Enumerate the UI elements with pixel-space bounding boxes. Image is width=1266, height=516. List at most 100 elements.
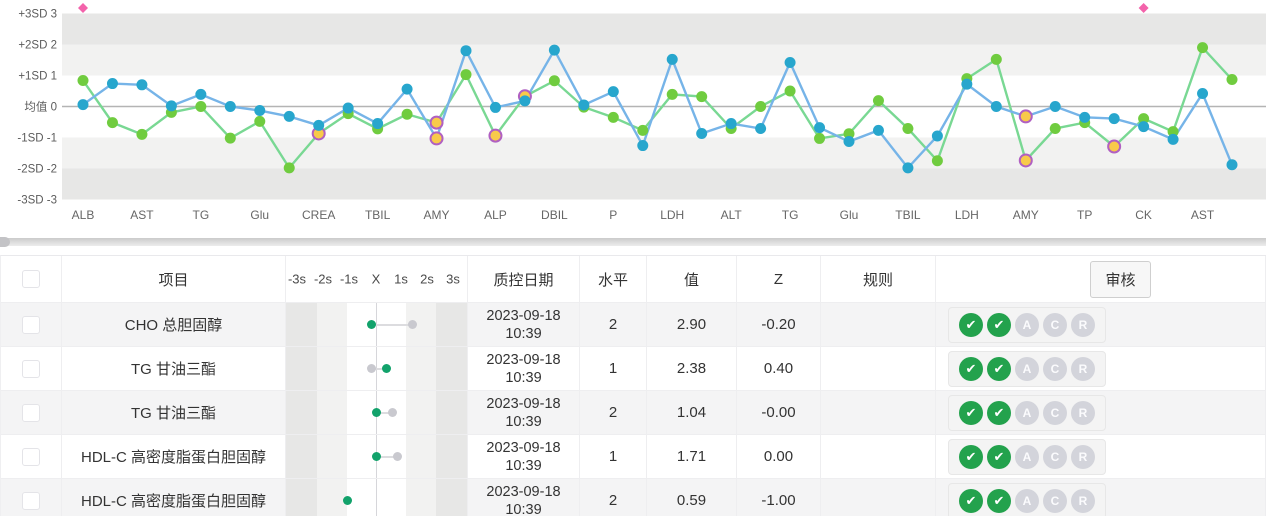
qc-point[interactable] bbox=[490, 102, 501, 113]
qc-point[interactable] bbox=[136, 129, 147, 140]
qc-point[interactable] bbox=[225, 101, 236, 112]
action-a-button[interactable]: A bbox=[1015, 489, 1039, 513]
qc-point[interactable] bbox=[932, 130, 943, 141]
qc-point[interactable] bbox=[1109, 113, 1120, 124]
qc-point[interactable] bbox=[519, 95, 530, 106]
qc-point[interactable] bbox=[402, 84, 413, 95]
action-r-button[interactable]: R bbox=[1071, 401, 1095, 425]
action-c-button[interactable]: C bbox=[1043, 445, 1067, 469]
approve-check-button-1[interactable]: ✔ bbox=[959, 489, 983, 513]
action-a-button[interactable]: A bbox=[1015, 313, 1039, 337]
qc-point[interactable] bbox=[755, 101, 766, 112]
row-checkbox[interactable] bbox=[22, 448, 40, 466]
action-a-button[interactable]: A bbox=[1015, 401, 1039, 425]
row-checkbox[interactable] bbox=[22, 404, 40, 422]
splitter-bar[interactable] bbox=[0, 238, 1266, 246]
qc-point[interactable] bbox=[902, 162, 913, 173]
qc-point[interactable] bbox=[873, 125, 884, 136]
qc-point[interactable] bbox=[961, 79, 972, 90]
qc-point[interactable] bbox=[1079, 112, 1090, 123]
qc-point[interactable] bbox=[902, 123, 913, 134]
action-c-button[interactable]: C bbox=[1043, 401, 1067, 425]
approve-check-button-1[interactable]: ✔ bbox=[959, 445, 983, 469]
qc-point[interactable] bbox=[343, 103, 354, 114]
qc-point[interactable] bbox=[461, 69, 472, 80]
qc-point[interactable] bbox=[608, 86, 619, 97]
qc-point[interactable] bbox=[402, 109, 413, 120]
qc-point[interactable] bbox=[1227, 159, 1238, 170]
out-of-range-diamond[interactable] bbox=[78, 3, 88, 13]
qc-point[interactable] bbox=[284, 162, 295, 173]
approve-check-button-2[interactable]: ✔ bbox=[987, 357, 1011, 381]
out-of-range-diamond[interactable] bbox=[1139, 3, 1149, 13]
qc-point[interactable] bbox=[1050, 123, 1061, 134]
qc-point[interactable] bbox=[1227, 74, 1238, 85]
row-checkbox[interactable] bbox=[22, 316, 40, 334]
qc-point[interactable] bbox=[844, 136, 855, 147]
qc-point[interactable] bbox=[667, 54, 678, 65]
qc-point[interactable] bbox=[225, 133, 236, 144]
qc-point[interactable] bbox=[785, 86, 796, 97]
action-c-button[interactable]: C bbox=[1043, 357, 1067, 381]
qc-point[interactable] bbox=[814, 122, 825, 133]
action-r-button[interactable]: R bbox=[1071, 489, 1095, 513]
qc-point[interactable] bbox=[284, 111, 295, 122]
qc-point[interactable] bbox=[637, 140, 648, 151]
flagged-qc-point[interactable] bbox=[431, 132, 443, 144]
flagged-qc-point[interactable] bbox=[431, 117, 443, 129]
action-c-button[interactable]: C bbox=[1043, 489, 1067, 513]
select-all-checkbox[interactable] bbox=[22, 270, 40, 288]
qc-point[interactable] bbox=[578, 99, 589, 110]
qc-point[interactable] bbox=[195, 101, 206, 112]
qc-point[interactable] bbox=[549, 45, 560, 56]
approve-check-button-2[interactable]: ✔ bbox=[987, 445, 1011, 469]
qc-point[interactable] bbox=[667, 89, 678, 100]
action-a-button[interactable]: A bbox=[1015, 357, 1039, 381]
flagged-qc-point[interactable] bbox=[1020, 110, 1032, 122]
approve-check-button-2[interactable]: ✔ bbox=[987, 401, 1011, 425]
qc-point[interactable] bbox=[254, 116, 265, 127]
action-a-button[interactable]: A bbox=[1015, 445, 1039, 469]
qc-point[interactable] bbox=[696, 128, 707, 139]
row-checkbox[interactable] bbox=[22, 360, 40, 378]
qc-point[interactable] bbox=[254, 105, 265, 116]
action-r-button[interactable]: R bbox=[1071, 313, 1095, 337]
qc-point[interactable] bbox=[549, 75, 560, 86]
qc-point[interactable] bbox=[608, 112, 619, 123]
approve-check-button-2[interactable]: ✔ bbox=[987, 313, 1011, 337]
qc-point[interactable] bbox=[785, 57, 796, 68]
qc-point[interactable] bbox=[372, 118, 383, 129]
qc-point[interactable] bbox=[313, 120, 324, 131]
flagged-qc-point[interactable] bbox=[489, 130, 501, 142]
qc-point[interactable] bbox=[166, 100, 177, 111]
qc-point[interactable] bbox=[107, 78, 118, 89]
qc-point[interactable] bbox=[195, 89, 206, 100]
qc-point[interactable] bbox=[637, 125, 648, 136]
qc-point[interactable] bbox=[1138, 121, 1149, 132]
flagged-qc-point[interactable] bbox=[1020, 154, 1032, 166]
approve-check-button-1[interactable]: ✔ bbox=[959, 357, 983, 381]
qc-point[interactable] bbox=[991, 54, 1002, 65]
qc-point[interactable] bbox=[1050, 101, 1061, 112]
qc-point[interactable] bbox=[696, 91, 707, 102]
qc-point[interactable] bbox=[78, 99, 89, 110]
qc-point[interactable] bbox=[1197, 42, 1208, 53]
qc-point[interactable] bbox=[461, 45, 472, 56]
qc-point[interactable] bbox=[1168, 134, 1179, 145]
row-checkbox[interactable] bbox=[22, 492, 40, 510]
qc-point[interactable] bbox=[107, 117, 118, 128]
qc-point[interactable] bbox=[932, 155, 943, 166]
qc-point[interactable] bbox=[1197, 88, 1208, 99]
action-c-button[interactable]: C bbox=[1043, 313, 1067, 337]
qc-point[interactable] bbox=[814, 133, 825, 144]
approve-check-button-1[interactable]: ✔ bbox=[959, 313, 983, 337]
qc-point[interactable] bbox=[873, 95, 884, 106]
approve-check-button-2[interactable]: ✔ bbox=[987, 489, 1011, 513]
action-r-button[interactable]: R bbox=[1071, 357, 1095, 381]
qc-point[interactable] bbox=[755, 123, 766, 134]
qc-point[interactable] bbox=[136, 79, 147, 90]
review-button[interactable]: 审核 bbox=[1090, 261, 1150, 298]
flagged-qc-point[interactable] bbox=[1108, 140, 1120, 152]
approve-check-button-1[interactable]: ✔ bbox=[959, 401, 983, 425]
qc-point[interactable] bbox=[726, 118, 737, 129]
